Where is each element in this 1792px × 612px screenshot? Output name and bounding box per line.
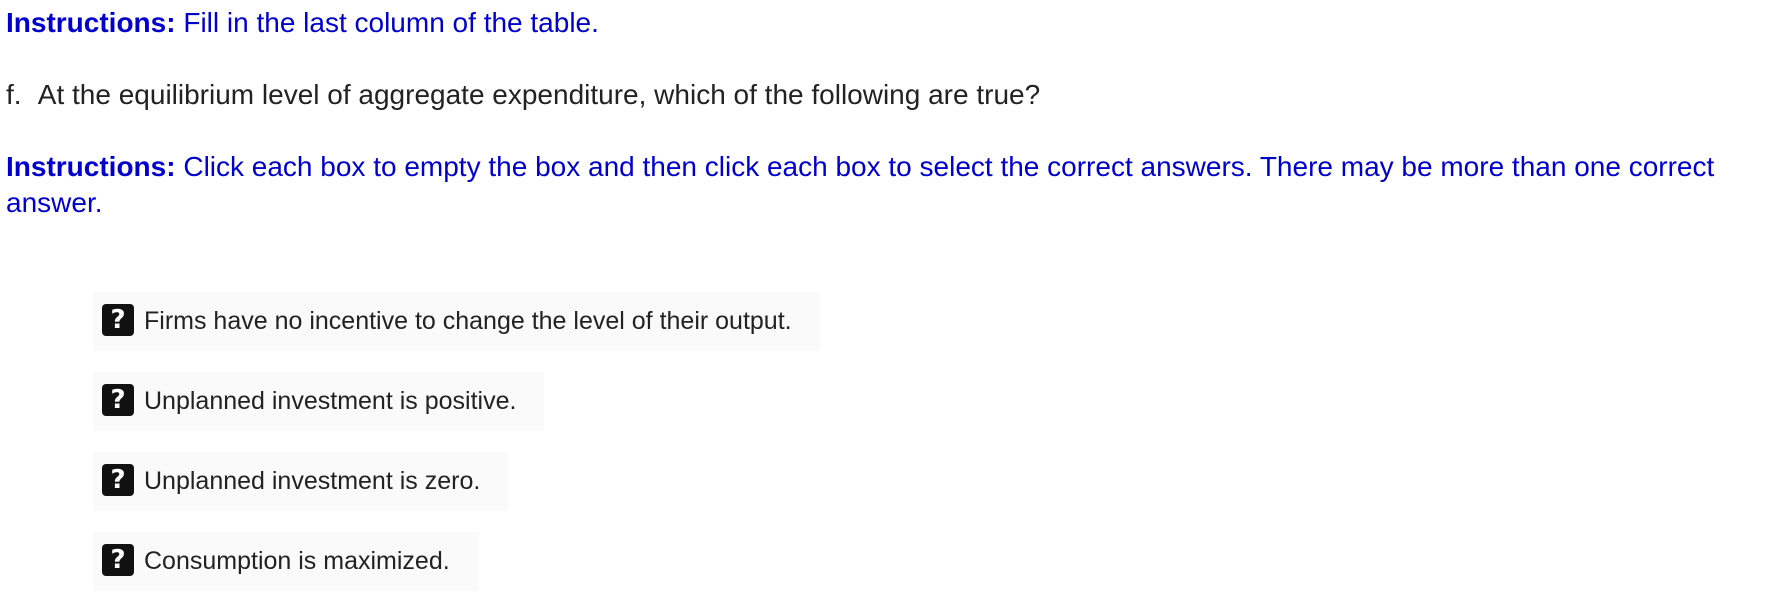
question-mark-icon[interactable]: ? bbox=[102, 304, 134, 336]
answer-option-label: Unplanned investment is positive. bbox=[144, 387, 517, 415]
answer-option-label: Consumption is maximized. bbox=[144, 547, 450, 575]
answer-option-unplanned-zero[interactable]: ? Unplanned investment is zero. bbox=[93, 452, 509, 511]
instructions-label: Instructions: bbox=[6, 7, 176, 38]
question-mark-icon[interactable]: ? bbox=[102, 384, 134, 416]
question-number: f. bbox=[6, 79, 22, 110]
question-mark-icon[interactable]: ? bbox=[102, 544, 134, 576]
answer-option-consumption-max[interactable]: ? Consumption is maximized. bbox=[93, 532, 478, 591]
question-mark-icon[interactable]: ? bbox=[102, 464, 134, 496]
answer-option-no-incentive[interactable]: ? Firms have no incentive to change the … bbox=[93, 292, 820, 351]
question-text: At the equilibrium level of aggregate ex… bbox=[37, 79, 1041, 110]
answer-option-label: Unplanned investment is zero. bbox=[144, 467, 481, 495]
instructions-text: Fill in the last column of the table. bbox=[183, 7, 599, 38]
answer-options: ? Firms have no incentive to change the … bbox=[93, 292, 820, 612]
answer-option-unplanned-positive[interactable]: ? Unplanned investment is positive. bbox=[93, 372, 545, 431]
answer-option-label: Firms have no incentive to change the le… bbox=[144, 307, 792, 335]
question: f. At the equilibrium level of aggregate… bbox=[6, 77, 1040, 113]
instructions-selection: Instructions: Click each box to empty th… bbox=[6, 149, 1792, 221]
instructions-text: Click each box to empty the box and then… bbox=[6, 151, 1715, 218]
instructions-label: Instructions: bbox=[6, 151, 176, 182]
instructions-top: Instructions: Fill in the last column of… bbox=[6, 5, 599, 41]
